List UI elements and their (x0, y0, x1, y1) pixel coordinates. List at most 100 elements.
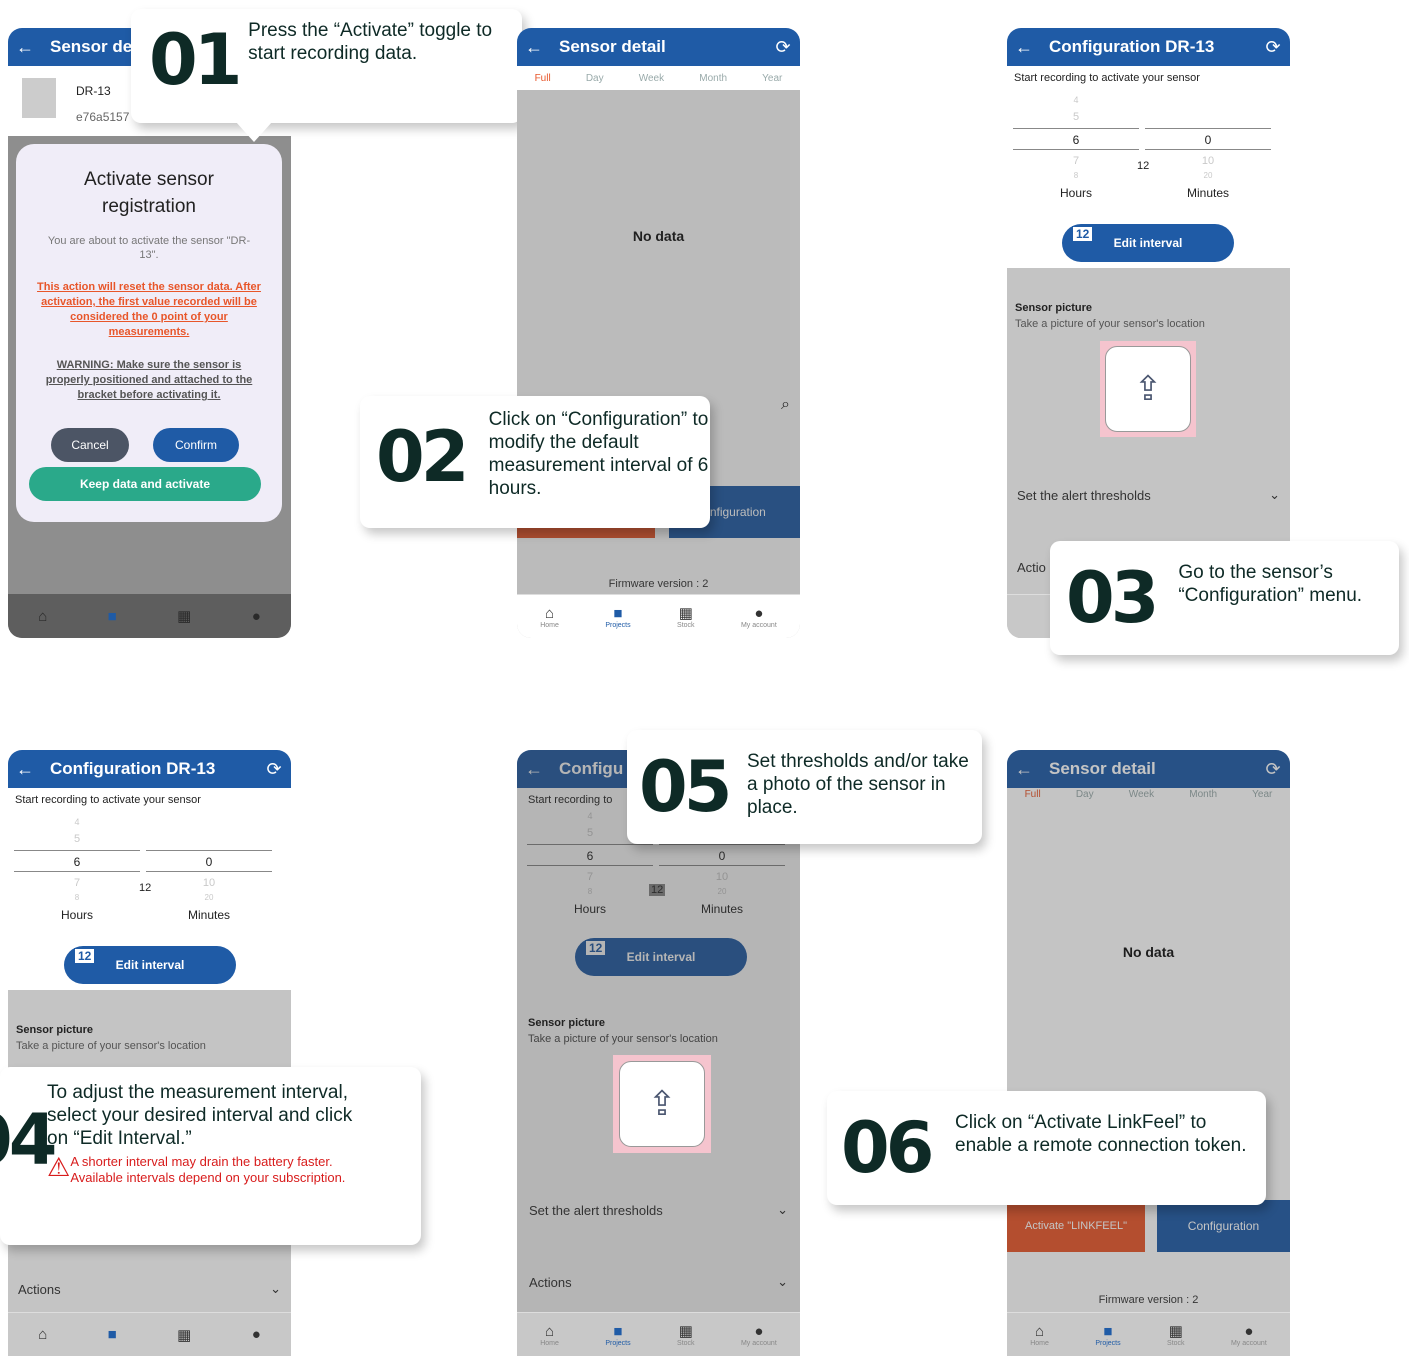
sync-icon[interactable]: ⟳ (766, 37, 800, 58)
nav-stock[interactable]: ▦ Stock (677, 604, 695, 629)
nav-projects[interactable]: ■ (108, 1326, 117, 1343)
home-icon: ⌂ (545, 604, 555, 622)
sensor-id: e76a5157 (76, 110, 130, 124)
nav-stock[interactable]: ▦ Stock (1167, 1322, 1185, 1347)
back-arrow-icon[interactable]: ← (8, 37, 42, 58)
stock-icon: ▦ (177, 1326, 192, 1344)
upload-picture[interactable]: ⇪ (613, 1055, 711, 1153)
alert-thresholds-row[interactable]: Set the alert thresholds ⌄ (517, 1190, 800, 1230)
sensor-picture-subtitle: Take a picture of your sensor's location (16, 1040, 206, 1052)
dialog-reset-note: This action will reset the sensor data. … (37, 281, 261, 338)
nav-home[interactable]: ⌂ Home (1030, 1323, 1049, 1347)
nav-account[interactable]: ● My account (741, 1323, 777, 1347)
nav-stock[interactable]: ▦ Stock (677, 1322, 695, 1347)
nav-account[interactable]: ● My account (741, 605, 777, 629)
hours-picker[interactable]: 4 5 6 7 8 Hours (1013, 94, 1139, 200)
hours-picker[interactable]: 4 5 6 7 8 Hours (14, 816, 140, 922)
stock-icon: ▦ (177, 608, 192, 625)
nav-stock[interactable]: ▦ (177, 607, 191, 625)
nav-account[interactable]: ● (252, 1326, 261, 1343)
hours-label: Hours (1059, 186, 1092, 200)
nav-projects[interactable]: ■ Projects (1095, 1323, 1120, 1347)
bottom-nav: ⌂ ■ ▦ ● (8, 594, 291, 638)
sync-icon[interactable]: ⟳ (1256, 37, 1290, 58)
confirm-button[interactable]: Confirm (153, 428, 239, 462)
header-title: Sensor detail (559, 37, 666, 56)
nav-home[interactable]: ⌂ (38, 608, 47, 625)
user-icon: ● (251, 1326, 261, 1343)
scrim (1007, 750, 1290, 1356)
stock-icon: ▦ (678, 1323, 693, 1340)
chevron-down-icon: ⌄ (777, 1202, 788, 1217)
bottom-nav: ⌂ ■ ▦ ● (8, 1312, 291, 1356)
warning-icon: ⚠ (47, 1152, 71, 1182)
step-text: Click on “Configuration” to modify the d… (488, 409, 709, 499)
interval-mid-value: 12 (139, 882, 152, 894)
minutes-label: Minutes (1186, 186, 1230, 200)
nav-stock[interactable]: ▦ (177, 1326, 191, 1344)
upload-picture[interactable]: ⇪ (1100, 341, 1196, 437)
sync-icon[interactable]: ⟳ (257, 759, 291, 780)
tab-week[interactable]: Week (639, 73, 664, 84)
user-icon: ● (754, 604, 764, 622)
user-icon: ● (1244, 1322, 1254, 1340)
briefcase-icon: ■ (107, 607, 117, 625)
user-icon: ● (754, 1322, 764, 1340)
sensor-picture-subtitle: Take a picture of your sensor's location (1015, 318, 1205, 330)
home-icon: ⌂ (1035, 1322, 1045, 1340)
sensor-thumbnail (22, 78, 56, 118)
bottom-nav: ⌂ Home ■ Projects ▦ Stock ● My account (1007, 1312, 1290, 1356)
nav-account[interactable]: ● My account (1231, 1323, 1267, 1347)
tab-full[interactable]: Full (535, 73, 551, 84)
back-arrow-icon[interactable]: ← (1007, 37, 1041, 58)
tab-day[interactable]: Day (586, 73, 604, 84)
sensor-picture-title: Sensor picture (16, 1024, 94, 1036)
upload-icon: ⇪ (1133, 370, 1163, 408)
hours-label: Hours (60, 908, 93, 922)
nav-account[interactable]: ● (252, 608, 261, 625)
step-number: 06 (841, 1107, 934, 1189)
step-number: 01 (149, 19, 242, 101)
scrim (517, 90, 800, 638)
step-number: 04 (0, 1099, 57, 1181)
header-title: Configuration DR-13 (1049, 37, 1215, 56)
nav-home[interactable]: ⌂ (38, 1326, 47, 1343)
briefcase-icon: ■ (613, 1322, 623, 1340)
actions-row[interactable]: Actions ⌄ (8, 1269, 291, 1309)
tab-month[interactable]: Month (699, 73, 727, 84)
app-header: ← Configuration DR-13 ⟳ (1007, 28, 1290, 66)
record-hint: Start recording to activate your sensor (1014, 72, 1200, 84)
cancel-button[interactable]: Cancel (51, 428, 129, 462)
minutes-picker[interactable]: 0 10 20 Minutes (1145, 94, 1271, 200)
tab-year[interactable]: Year (762, 73, 782, 84)
user-icon: ● (251, 607, 261, 625)
back-arrow-icon[interactable]: ← (8, 759, 42, 780)
nav-projects[interactable]: ■ Projects (605, 605, 630, 629)
period-tabs: Full Day Week Month Year (517, 66, 800, 90)
nav-home[interactable]: ⌂ Home (540, 1323, 559, 1347)
sensor-picture-subtitle: Take a picture of your sensor's location (528, 1033, 718, 1045)
chevron-down-icon: ⌄ (270, 1281, 281, 1296)
actions-row[interactable]: Actions ⌄ (517, 1262, 800, 1302)
sensor-picture-title: Sensor picture (1015, 302, 1093, 314)
nav-projects[interactable]: ■ (108, 608, 117, 625)
edit-interval-button[interactable]: 12 Edit interval (64, 946, 236, 984)
activate-dialog: Activate sensor registration You are abo… (16, 144, 282, 522)
interval-badge: 12 (1072, 226, 1094, 242)
alert-thresholds-row[interactable]: Set the alert thresholds ⌄ (1007, 475, 1290, 515)
step-text: To adjust the measurement interval, sele… (47, 1082, 353, 1149)
edit-interval-button[interactable]: 12 Edit interval (1062, 224, 1234, 262)
home-icon: ⌂ (38, 607, 48, 625)
back-arrow-icon[interactable]: ← (517, 37, 551, 58)
minutes-picker[interactable]: 0 10 20 Minutes (146, 816, 272, 922)
callout-step5: 05 Set thresholds and/or take a photo of… (627, 730, 982, 844)
nav-home[interactable]: ⌂ Home (540, 605, 559, 629)
warning-text: A shorter interval may drain the battery… (70, 1154, 346, 1185)
bottom-nav: ⌂ Home ■ Projects ▦ Stock ● My account (517, 594, 800, 638)
nav-projects[interactable]: ■ Projects (605, 1323, 630, 1347)
bottom-nav: ⌂ Home ■ Projects ▦ Stock ● My account (517, 1312, 800, 1356)
chevron-down-icon: ⌄ (1269, 487, 1280, 502)
phone-step4: ← Configuration DR-13 ⟳ Start recording … (8, 750, 291, 1356)
chevron-down-icon: ⌄ (777, 1274, 788, 1289)
keep-data-activate-button[interactable]: Keep data and activate (29, 467, 261, 501)
